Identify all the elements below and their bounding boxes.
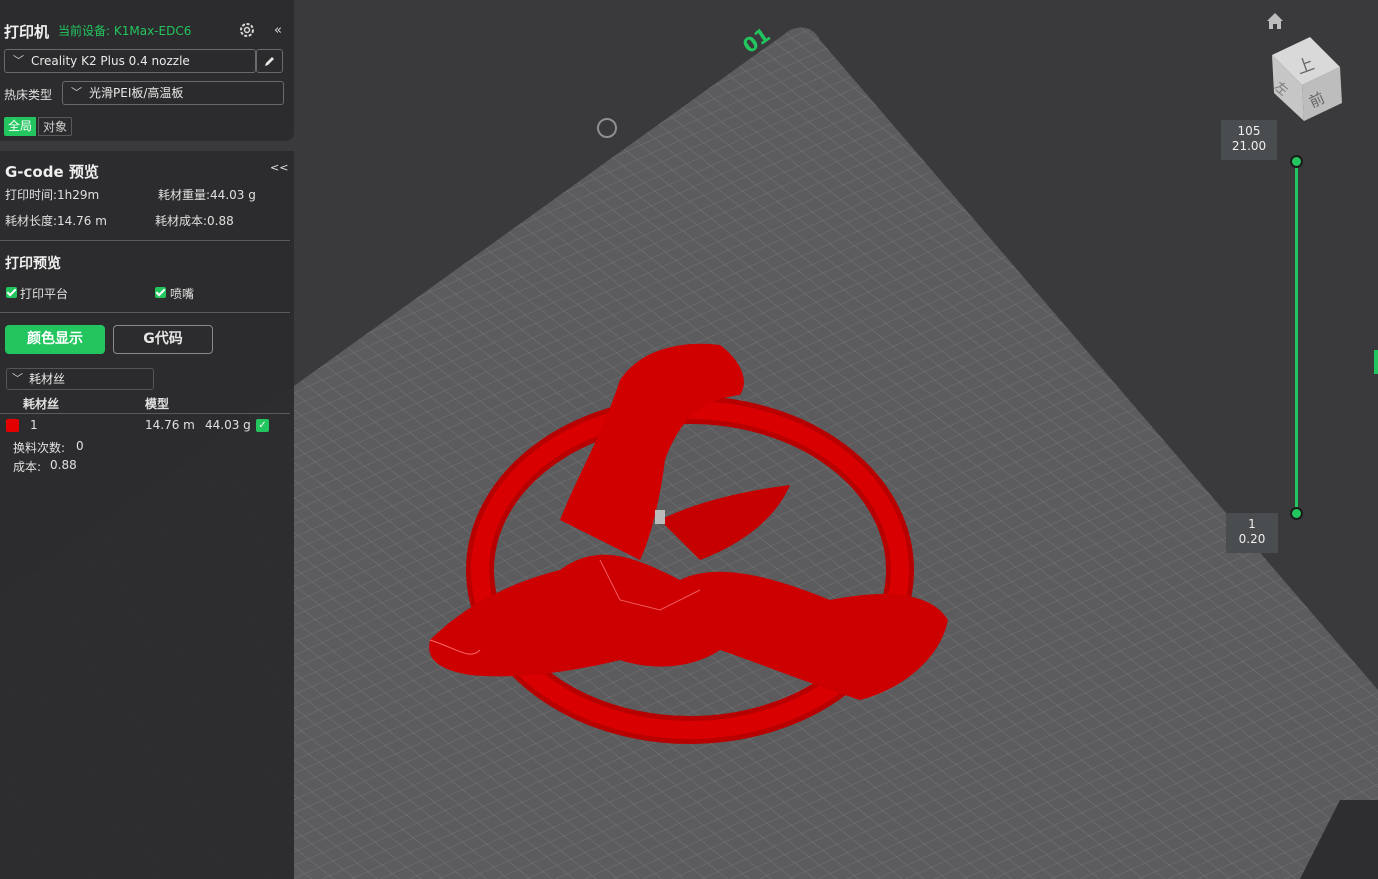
- filament-weight: 耗材重量:44.03 g: [158, 188, 256, 202]
- filament-length: 耗材长度:14.76 m: [5, 214, 107, 228]
- filament-weight-value: 44.03 g: [205, 418, 251, 432]
- filament-length-value: 14.76 m: [145, 418, 195, 432]
- view-cube[interactable]: 上 前 左: [1262, 35, 1352, 125]
- filament-color-swatch[interactable]: [6, 419, 19, 432]
- show-nozzle-checkbox[interactable]: [155, 287, 166, 298]
- bed-notch-icon: [597, 118, 617, 138]
- top-layer-height: 21.00: [1231, 139, 1267, 153]
- table-header-filament: 耗材丝: [23, 397, 60, 411]
- wipe-tower: [655, 510, 665, 524]
- layer-slider-track[interactable]: [1295, 162, 1298, 514]
- divider: [0, 312, 290, 313]
- collapse-gcode-button[interactable]: <<: [270, 161, 288, 174]
- chevron-down-icon: ﹀: [12, 372, 23, 385]
- show-plate-checkbox[interactable]: [6, 287, 17, 298]
- bed-type-value: 光滑PEI板/高温板: [89, 86, 184, 100]
- gear-icon[interactable]: [237, 20, 257, 40]
- chevron-down-icon: ﹀: [13, 54, 24, 67]
- cost-value: 0.88: [50, 458, 77, 472]
- bottom-layer-height: 0.20: [1238, 532, 1266, 546]
- color-display-button[interactable]: 颜色显示: [5, 325, 105, 354]
- filament-dropdown-value: 耗材丝: [29, 372, 66, 386]
- pencil-icon: [265, 56, 274, 66]
- tab-object[interactable]: 对象: [38, 117, 73, 136]
- divider: [0, 240, 290, 241]
- current-device-label[interactable]: 当前设备: K1Max-EDC6: [58, 22, 191, 39]
- table-header-model: 模型: [145, 397, 170, 411]
- show-nozzle-label: 喷嘴: [170, 287, 195, 301]
- print-time: 打印时间:1h29m: [5, 188, 100, 202]
- bed-type-label: 热床类型: [4, 88, 53, 102]
- bottom-layer-number: 1: [1248, 517, 1256, 531]
- filament-dropdown[interactable]: ﹀ 耗材丝: [6, 368, 154, 390]
- filament-cost: 耗材成本:0.88: [155, 214, 234, 228]
- home-icon[interactable]: [1264, 10, 1286, 32]
- top-layer-label: 105 21.00: [1221, 120, 1277, 160]
- layer-slider-top-handle[interactable]: [1290, 155, 1303, 168]
- right-panel-handle[interactable]: [1374, 350, 1378, 374]
- printer-preset-select[interactable]: ﹀ Creality K2 Plus 0.4 nozzle: [4, 49, 256, 73]
- show-plate-label: 打印平台: [20, 287, 69, 301]
- changes-value: 0: [76, 439, 84, 453]
- gcode-title: G-code 预览: [5, 163, 99, 181]
- layer-slider-bottom-handle[interactable]: [1290, 507, 1303, 520]
- printer-panel: 打印机 当前设备: K1Max-EDC6 « ﹀ Creality K2 Plu…: [0, 0, 294, 141]
- print-preview-title: 打印预览: [5, 256, 61, 272]
- edit-preset-button[interactable]: [256, 49, 283, 73]
- checkmark-icon[interactable]: ✓: [256, 419, 269, 432]
- gcode-button[interactable]: G代码: [113, 325, 213, 354]
- chevron-down-icon: ﹀: [71, 86, 82, 99]
- cost-label: 成本:: [13, 460, 42, 474]
- table-divider: [0, 413, 290, 414]
- filament-index: 1: [30, 418, 38, 432]
- collapse-printer-icon[interactable]: «: [270, 22, 286, 38]
- top-layer-number: 105: [1237, 124, 1261, 138]
- changes-label: 换料次数:: [13, 441, 66, 455]
- bottom-layer-label: 1 0.20: [1226, 513, 1278, 553]
- printer-preset-value: Creality K2 Plus 0.4 nozzle: [31, 54, 190, 68]
- tab-global[interactable]: 全局: [4, 117, 37, 136]
- printer-title: 打印机: [4, 23, 50, 41]
- bed-type-select[interactable]: ﹀ 光滑PEI板/高温板: [62, 81, 284, 105]
